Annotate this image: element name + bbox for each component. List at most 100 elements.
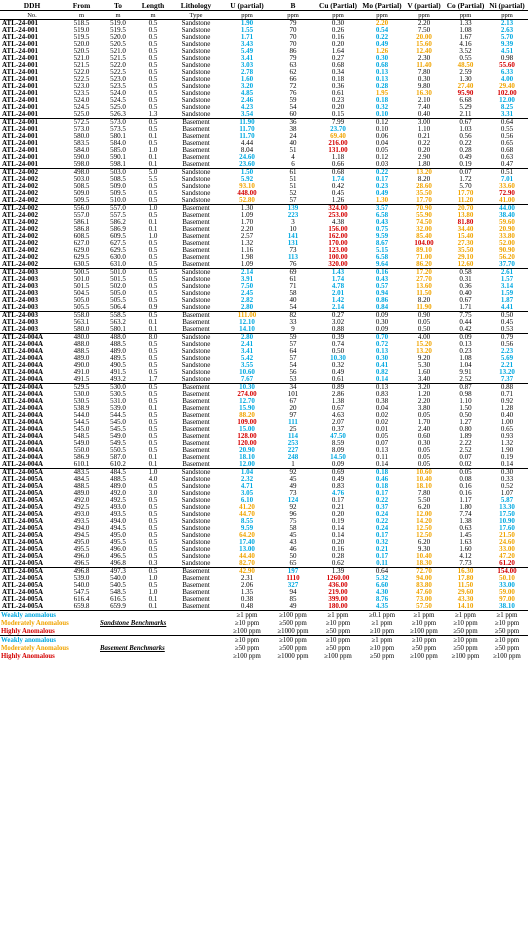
cell-ddh: ATL-24-002 [2,233,39,240]
cell-mo: 0.13 [361,383,403,391]
cell-length: 0.5 [148,532,158,539]
cell-u: 3.41 [240,348,254,355]
cell-ni: 3.14 [500,283,514,290]
cell-u: 2.46 [240,97,254,104]
cell-ddh: ATL-24-004A [2,447,44,454]
cell-b: 79 [289,19,297,27]
cell-to: 524.0 [110,90,126,97]
cell-from: 523.5 [73,90,90,97]
cell-b: 9 [291,326,295,333]
cell-mo: 0.13 [375,447,389,454]
cell-b: 50 [289,553,297,560]
cell-length: 8.0 [137,333,169,341]
cell-u: 1.71 [240,34,254,41]
threshold-value: ≥10 ppm [486,635,528,644]
cell-mo: 0.68 [375,62,389,69]
cell-from: 523.0 [73,83,90,90]
cell-to: 549.0 [110,433,126,440]
cell-b: 66 [289,76,297,83]
cell-u: 2.80 [223,333,271,341]
cell-cu: 0.67 [331,405,345,412]
cell-mo: 0.04 [375,140,389,147]
cell-lithology: Basement [182,254,210,261]
cell-u: 10.30 [223,383,271,391]
table-row: ATL-24-004A 529.5 530.0 0.5 Basement 10.30 34 0… [0,383,528,391]
cell-cu: 216.00 [328,140,348,147]
cell-u: 4.44 [240,140,254,147]
cell-ddh: ATL-24-002 [2,176,39,183]
cell-ddh: ATL-24-002 [2,190,39,197]
cell-length: 1.0 [148,575,158,582]
cell-from: 557.0 [73,212,90,219]
cell-b: 327 [287,582,299,589]
cell-ni: 2.21 [500,362,514,369]
threshold-value: ≥10 ppm [223,635,271,644]
cell-ddh: ATL-24-004A [2,376,44,383]
cell-length: 1.3 [148,111,158,118]
cell-b: 24 [289,133,297,140]
cell-to: 598.1 [110,161,126,168]
cell-u: 3.54 [240,111,254,118]
benchmark-title: Basement Benchmarks [100,644,165,652]
cell-v: 0.05 [417,412,431,419]
cell-u: 10.60 [239,369,255,376]
cell-from: 629.0 [73,247,90,254]
cell-ni: 0.45 [500,319,514,326]
cell-cu: 320.00 [328,261,348,268]
table-row: ATL-24-005A 483.5 484.5 1.0 Sandstone 1.04 92 0… [0,468,528,476]
cell-ddh: ATL-24-001 [2,111,39,118]
cell-co: 17.80 [457,575,474,582]
cell-length: 0.1 [148,596,158,603]
cell-u: 44.70 [239,511,255,518]
cell-co: 20.70 [445,204,486,212]
cell-u: 8.55 [240,518,254,525]
cell-mo: 0.54 [375,27,389,34]
threshold-value: ≥500 ppm [279,644,307,652]
cell-mo: 8.67 [375,240,389,247]
table-row: ATL-24-004A 545.0 545.5 0.5 Basement 15.00 25 0… [0,426,528,433]
cell-ddh: ATL-24-003 [2,326,39,333]
cell-length: 0.5 [148,283,158,290]
cell-length: 0.5 [137,567,169,575]
cell-ddh: ATL-24-005A [2,582,44,589]
cell-v: 18.10 [416,483,432,490]
threshold-value: ≥0.1 ppm [361,610,403,619]
cell-mo: 0.12 [375,154,389,161]
cell-b: 40 [289,140,297,147]
cell-length: 0.5 [137,311,169,319]
cell-length: 0.5 [148,447,158,454]
cell-to: 526.3 [110,111,126,118]
col-header-ni: Ni (partial) [486,0,528,11]
cell-mo: 0.17 [375,553,389,560]
cell-cu: 1.39 [315,567,361,575]
cell-mo: 0.37 [375,504,389,511]
cell-from: 494.5 [73,532,90,539]
table-row: ATL-24-004A 488.0 488.5 0.5 Sandstone 2.41 57 0… [0,341,528,348]
cell-u: 2.31 [240,575,254,582]
cell-length: 0.5 [148,440,158,447]
cell-cu: 0.89 [315,383,361,391]
unit-lithology: Type [169,10,223,20]
cell-ni: 0.71 [500,391,514,398]
cell-ni: 3.31 [500,111,514,118]
cell-from: 558.0 [64,311,99,319]
cell-co: 2.59 [459,69,472,76]
benchmark-title [99,635,223,644]
cell-mo: 6.60 [375,582,389,589]
cell-to: 496.5 [110,553,126,560]
cell-b: 57 [289,355,297,362]
cell-u: 1.55 [240,27,254,34]
cell-b: 49 [289,483,297,490]
cell-u: 41.20 [239,504,255,511]
col-header-mo: Mo (Partial) [361,0,403,11]
cell-length: 0.5 [148,546,158,553]
threshold-value: ≥10 ppm [445,635,486,644]
cell-v: 83.80 [416,582,432,589]
cell-co: 0.40 [459,290,472,297]
cell-v: 2.20 [417,398,431,405]
cell-lithology: Sandstone [181,97,211,104]
cell-ddh: ATL-24-001 [2,161,39,168]
cell-length: 0.5 [148,412,158,419]
cell-v: 12.00 [416,511,432,518]
cell-v: 32.00 [416,226,432,233]
